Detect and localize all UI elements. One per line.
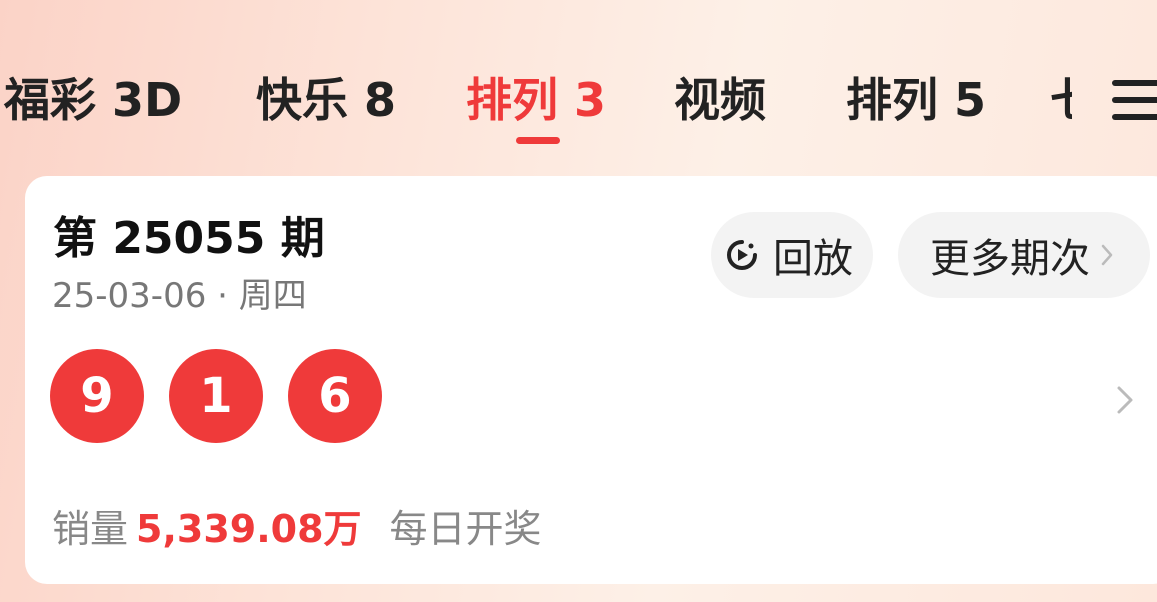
- more-issues-button[interactable]: 更多期次: [898, 212, 1150, 298]
- tab-pailie-5[interactable]: 排列 5: [846, 70, 986, 130]
- tab-kuaile-8[interactable]: 快乐 8: [256, 70, 396, 130]
- sales-label: 销量: [52, 507, 129, 551]
- winning-numbers: 9 1 6: [50, 349, 407, 444]
- sales-amount: 5,339.08万: [136, 507, 362, 551]
- tab-video[interactable]: 视频: [674, 70, 766, 130]
- chevron-right-icon[interactable]: [1112, 381, 1138, 419]
- issue-date: 25-03-06 · 周四: [52, 276, 307, 316]
- tab-pailie-3[interactable]: 排列 3: [466, 70, 606, 130]
- menu-icon[interactable]: [1112, 78, 1157, 122]
- replay-button[interactable]: 回放: [711, 212, 873, 298]
- number-ball: 9: [50, 349, 144, 443]
- tab-fucai-3d[interactable]: 福彩 3D: [4, 70, 182, 130]
- draw-result-card[interactable]: 第 25055 期 25-03-06 · 周四 回放 更多期次 9 1 6 销量…: [25, 176, 1157, 584]
- lottery-tab-bar: 福彩 3D 快乐 8 排列 3 视频 排列 5 七: [0, 0, 1157, 170]
- more-issues-label: 更多期次: [930, 236, 1090, 282]
- number-ball: 6: [288, 349, 382, 443]
- active-tab-indicator: [516, 137, 560, 144]
- issue-title: 第 25055 期: [53, 213, 325, 264]
- tab-next-partial[interactable]: 七: [1050, 70, 1072, 130]
- number-ball: 1: [169, 349, 263, 443]
- sales-info: 销量 5,339.08万 每日开奖: [52, 498, 542, 553]
- replay-icon: [727, 240, 757, 270]
- chevron-right-icon: [1101, 244, 1113, 266]
- replay-label: 回放: [773, 236, 853, 282]
- draw-frequency: 每日开奖: [389, 507, 542, 551]
